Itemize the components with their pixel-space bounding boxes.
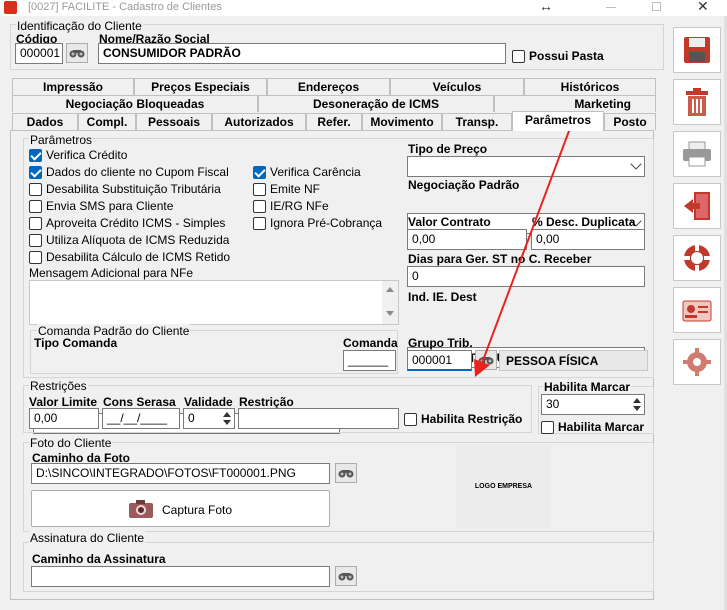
ie-rg-nfe-checkbox[interactable]: IE/RG NFe [253, 199, 329, 213]
save-button[interactable] [673, 27, 721, 73]
assinatura-search-button[interactable] [335, 566, 357, 586]
habilita-marcar-legend: Habilita Marcar [543, 380, 632, 394]
exit-button[interactable] [673, 183, 721, 229]
mensagem-scrollbar[interactable] [382, 281, 398, 324]
spin-down-icon[interactable] [223, 420, 231, 425]
habilita-marcar-checkbox[interactable]: Habilita Marcar [541, 420, 644, 434]
valor-limite-label: Valor Limite [29, 395, 98, 409]
chevron-down-icon [630, 158, 642, 170]
spin-down-icon[interactable] [633, 406, 641, 411]
restricao-input[interactable] [238, 408, 399, 429]
printer-icon [683, 141, 711, 167]
aliquota-reduzida-checkbox[interactable]: Utiliza Alíquota de ICMS Reduzida [29, 233, 229, 247]
title-bar: [0027] FACILITE - Cadastro de Clientes ↔… [0, 0, 727, 16]
minimize-icon[interactable] [606, 7, 616, 8]
tab-pessoais[interactable]: Pessoais [136, 113, 212, 130]
parametros-legend: Parâmetros [29, 133, 94, 147]
scroll-down-icon[interactable] [386, 311, 394, 316]
habilita-restricao-checkbox[interactable]: Habilita Restrição [404, 412, 522, 426]
captura-foto-label: Captura Foto [162, 503, 233, 517]
delete-button[interactable] [673, 79, 721, 125]
valor-limite-input[interactable]: 0,00 [29, 408, 99, 429]
app-icon [4, 1, 17, 14]
id-card-button[interactable] [673, 287, 721, 333]
settings-button[interactable] [673, 339, 721, 385]
desabilita-icms-retido-checkbox[interactable]: Desabilita Cálculo de ICMS Retido [29, 250, 230, 264]
exit-door-icon [684, 192, 710, 220]
lifebuoy-icon [684, 245, 710, 271]
tab-negociacao-bloqueadas[interactable]: Negociação Bloqueadas [12, 95, 258, 112]
tab-autorizados[interactable]: Autorizados [212, 113, 306, 130]
tab-veiculos[interactable]: Veículos [390, 78, 524, 95]
caminho-foto-input[interactable]: D:\SINCO\INTEGRADO\FOTOS\FT000001.PNG [31, 463, 330, 484]
cons-serasa-label: Cons Serasa [103, 395, 176, 409]
close-icon[interactable]: ✕ [697, 0, 709, 15]
trash-icon [686, 88, 708, 116]
possui-pasta-checkbox[interactable]: Possui Pasta [512, 49, 604, 63]
ignora-pre-cobranca-checkbox[interactable]: Ignora Pré-Cobrança [253, 216, 382, 230]
logo-empresa-image: LOGO EMPRESA [456, 444, 551, 529]
annotation-arrow [474, 122, 573, 377]
tab-marketing[interactable]: Marketing [494, 95, 656, 112]
binoculars-icon [69, 50, 85, 58]
tab-refer[interactable]: Refer. [306, 113, 362, 130]
captura-foto-button[interactable]: Captura Foto [31, 490, 330, 527]
nome-input[interactable]: CONSUMIDOR PADRÃO [98, 43, 506, 64]
tab-movimento[interactable]: Movimento [362, 113, 442, 130]
comanda-label: Comanda [343, 336, 398, 350]
tab-historicos[interactable]: Históricos [524, 78, 656, 95]
tipo-comanda-label: Tipo Comanda [34, 336, 118, 350]
caminho-assinatura-input[interactable] [31, 566, 330, 587]
assinatura-legend: Assinatura do Cliente [29, 531, 146, 545]
verifica-credito-checkbox[interactable]: Verifica Crédito [29, 148, 127, 162]
move-icon[interactable]: ↔ [539, 0, 553, 14]
tab-parametros[interactable]: Parâmetros [512, 111, 604, 131]
id-card-icon [682, 300, 712, 322]
foto-legend: Foto do Cliente [29, 436, 113, 450]
habilita-marcar-input[interactable]: 30 [541, 394, 645, 415]
mensagem-label: Mensagem Adicional para NFe [29, 266, 194, 280]
restricoes-legend: Restrições [29, 379, 88, 393]
help-button[interactable] [673, 235, 721, 281]
tab-compl[interactable]: Compl. [78, 113, 136, 130]
validade-input[interactable]: 0 [183, 408, 235, 429]
cons-serasa-input[interactable]: __/__/____ [102, 408, 180, 429]
spin-up-icon[interactable] [633, 398, 641, 403]
tab-dados[interactable]: Dados [12, 113, 78, 130]
binoculars-icon [338, 470, 354, 478]
restricao-label: Restrição [239, 395, 294, 409]
foto-search-button[interactable] [335, 463, 357, 483]
maximize-icon[interactable] [652, 2, 661, 11]
codigo-input[interactable]: 000001 [15, 43, 63, 64]
aproveita-credito-checkbox[interactable]: Aproveita Crédito ICMS - Simples [29, 216, 225, 230]
camera-icon [129, 500, 153, 518]
comanda-input[interactable]: ______ [343, 350, 396, 371]
codigo-search-button[interactable] [66, 43, 88, 63]
gear-icon [683, 348, 711, 376]
mensagem-textarea[interactable] [29, 280, 399, 325]
scroll-up-icon[interactable] [386, 287, 394, 292]
tab-desoneracao-icms[interactable]: Desoneração de ICMS [258, 95, 494, 112]
desabilita-st-checkbox[interactable]: Desabilita Substituição Tributária [29, 182, 221, 196]
emite-nf-checkbox[interactable]: Emite NF [253, 182, 320, 196]
envia-sms-checkbox[interactable]: Envia SMS para Cliente [29, 199, 173, 213]
print-button[interactable] [673, 131, 721, 177]
floppy-disk-icon [684, 37, 710, 63]
tab-precos-especiais[interactable]: Preços Especiais [134, 78, 267, 95]
tab-posto[interactable]: Posto [604, 113, 656, 130]
spin-up-icon[interactable] [223, 412, 231, 417]
caminho-assinatura-label: Caminho da Assinatura [32, 552, 166, 566]
window-title: [0027] FACILITE - Cadastro de Clientes [28, 1, 222, 13]
tab-impressao[interactable]: Impressão [12, 78, 134, 95]
tab-enderecos[interactable]: Endereços [267, 78, 390, 95]
binoculars-icon [338, 573, 354, 581]
validade-label: Validade [184, 395, 233, 409]
verifica-carencia-checkbox[interactable]: Verifica Carência [253, 165, 361, 179]
identificacao-legend: Identificação do Cliente [16, 19, 143, 33]
dados-cupom-checkbox[interactable]: Dados do cliente no Cupom Fiscal [29, 165, 229, 179]
logo-empresa-text: LOGO EMPRESA [474, 483, 533, 490]
